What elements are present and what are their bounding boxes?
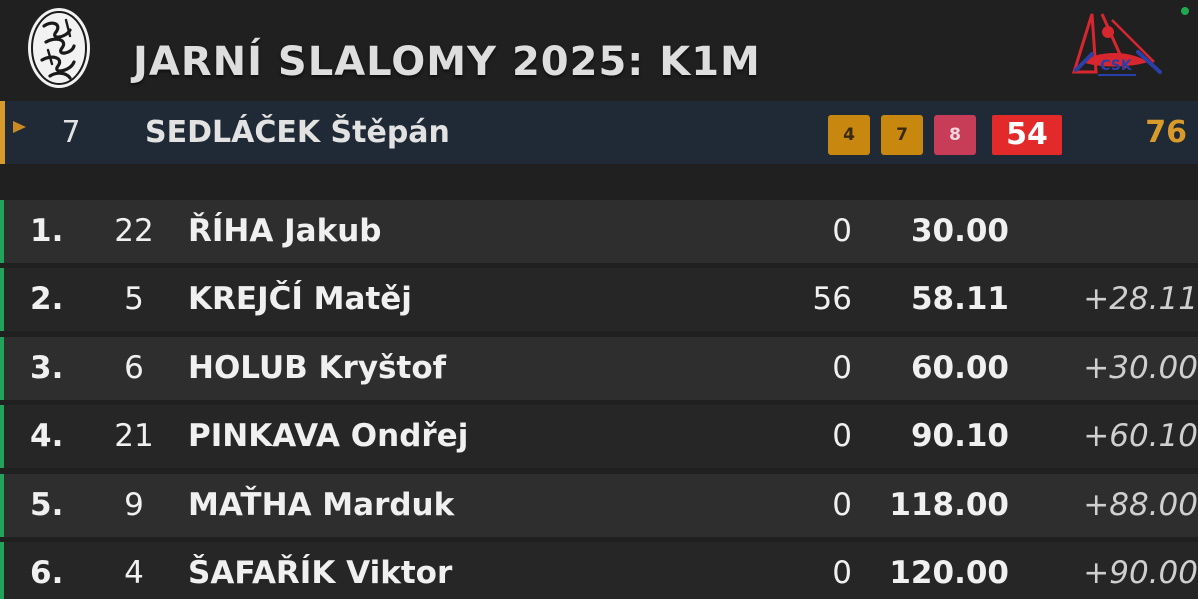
athlete-name: MAŤHA Marduk: [188, 487, 455, 523]
status-dot-icon: [1181, 7, 1189, 15]
time: 120.00: [889, 555, 1009, 591]
total-penalty-badge: 54: [992, 115, 1062, 155]
table-row: 2. 5 KREJČÍ Matěj 56 58.11 +28.11: [0, 268, 1198, 331]
rank: 6.: [30, 555, 64, 591]
current-bib: 7: [61, 115, 81, 150]
bib: 6: [124, 350, 144, 386]
rank: 2.: [30, 281, 64, 317]
penalty: 0: [832, 487, 852, 523]
rank: 5.: [30, 487, 64, 523]
time: 30.00: [910, 213, 1009, 249]
athlete-name: PINKAVA Ondřej: [188, 418, 469, 454]
gate-penalty-badge: 4: [828, 115, 870, 155]
time-difference: +88.00: [1083, 487, 1198, 523]
time-difference: +30.00: [1083, 350, 1198, 386]
time: 90.10: [910, 418, 1009, 454]
rank: 4.: [30, 418, 64, 454]
athlete-name: ŘÍHA Jakub: [188, 213, 382, 249]
athlete-name: KREJČÍ Matěj: [188, 281, 412, 317]
calligraphy-emblem-icon: [28, 8, 90, 88]
time-difference: +90.00: [1083, 555, 1198, 591]
bib: 4: [124, 555, 144, 591]
table-row: 5. 9 MAŤHA Marduk 0 118.00 +88.00: [0, 474, 1198, 537]
athlete-name: HOLUB Kryštof: [188, 350, 447, 386]
rank: 1.: [30, 213, 64, 249]
org-logo-text: CSK: [1100, 58, 1133, 74]
table-row: 6. 4 ŠAFAŘÍK Viktor 0 120.00 +90.00: [0, 542, 1198, 599]
table-row: 3. 6 HOLUB Kryštof 0 60.00 +30.00: [0, 337, 1198, 400]
current-competitor-bar: 7 SEDLÁČEK Štěpán 4 7 8 54 76: [0, 101, 1198, 164]
bib: 9: [124, 487, 144, 523]
time: 118.00: [889, 487, 1009, 523]
athlete-name: ŠAFAŘÍK Viktor: [188, 555, 453, 591]
results-screen: JARNÍ SLALOMY 2025: K1M CSK 7 SEDLÁČEK Š…: [0, 0, 1198, 599]
penalty: 0: [832, 555, 852, 591]
bib: 22: [114, 213, 154, 249]
table-row: 1. 22 ŘÍHA Jakub 0 30.00: [0, 200, 1198, 263]
penalty: 0: [832, 350, 852, 386]
play-arrow-icon: [13, 121, 26, 133]
gate-penalty-badge: 7: [881, 115, 923, 155]
current-total: 76: [1145, 115, 1187, 150]
penalty: 0: [832, 418, 852, 454]
penalty: 0: [832, 213, 852, 249]
time-difference: [1034, 200, 1198, 263]
time: 60.00: [910, 350, 1009, 386]
time: 58.11: [910, 281, 1009, 317]
time-difference: +28.11: [1083, 281, 1198, 317]
page-title: JARNÍ SLALOMY 2025: K1M: [133, 39, 761, 85]
current-name: SEDLÁČEK Štěpán: [145, 115, 450, 150]
csk-canoe-logo-icon: CSK: [1071, 13, 1162, 76]
bib: 21: [114, 418, 154, 454]
rank: 3.: [30, 350, 64, 386]
time-difference: +60.10: [1083, 418, 1198, 454]
gate-penalty-badge: 8: [934, 115, 976, 155]
table-row: 4. 21 PINKAVA Ondřej 0 90.10 +60.10: [0, 405, 1198, 468]
penalty: 56: [812, 281, 852, 317]
bib: 5: [124, 281, 144, 317]
